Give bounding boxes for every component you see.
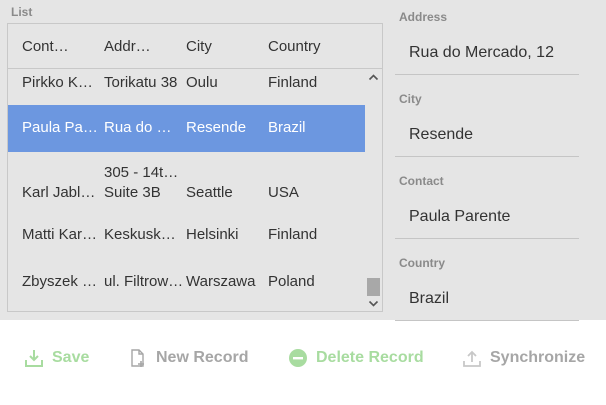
cell-city: Warszawa	[186, 273, 256, 290]
country-field[interactable]: Brazil	[395, 277, 579, 321]
synchronize-icon	[462, 348, 482, 368]
detail-form: Address Rua do Mercado, 12 City Resende …	[395, 0, 579, 321]
delete-record-label: Delete Record	[316, 349, 424, 366]
table-row[interactable]: Matti Kar… Keskusk… Helsinki Finland	[8, 210, 365, 257]
field-label-address: Address	[399, 10, 448, 24]
cell-contact: Zbyszek …	[22, 273, 98, 290]
table-row[interactable]: Zbyszek … ul. Filtrow… Warszawa Poland	[8, 257, 365, 304]
address-field[interactable]: Rua do Mercado, 12	[395, 31, 579, 75]
grid-rows: Pirkko K… Torikatu 38 Oulu Finland Paula…	[8, 69, 365, 311]
cell-address: ul. Filtrow…	[104, 273, 184, 290]
cell-address-line1: 305 - 14t…	[104, 164, 179, 181]
action-toolbar: Save New Record Delete Record Synchroniz…	[0, 330, 606, 386]
field-label-country: Country	[399, 256, 445, 270]
column-header-address[interactable]: Addr…	[104, 38, 151, 55]
records-grid: Cont… Addr… City Country Pirkko K… Torik…	[7, 23, 383, 312]
table-row[interactable]: Karl Jabl… 305 - 14t… Suite 3B Seattle U…	[8, 152, 365, 210]
cell-country: Poland	[268, 273, 315, 290]
field-label-city: City	[399, 92, 422, 106]
column-header-country[interactable]: Country	[268, 38, 321, 55]
cell-city: Helsinki	[186, 226, 239, 243]
save-button[interactable]: Save	[24, 346, 89, 370]
delete-icon	[288, 348, 308, 368]
cell-address: Rua do …	[104, 119, 172, 136]
cell-contact: Matti Kar…	[22, 226, 98, 243]
cell-country: Finland	[268, 226, 318, 243]
new-record-button[interactable]: New Record	[128, 346, 248, 370]
new-record-label: New Record	[156, 349, 249, 366]
save-label: Save	[52, 349, 90, 366]
scroll-thumb[interactable]	[367, 278, 380, 296]
save-icon	[24, 348, 44, 368]
new-record-icon	[128, 348, 148, 368]
main-panel: List Cont… Addr… City Country Pirkko K… …	[0, 0, 606, 321]
synchronize-label: Synchronize	[490, 349, 586, 366]
contact-field[interactable]: Paula Parente	[395, 195, 579, 239]
column-header-city[interactable]: City	[186, 38, 212, 55]
cell-address: Keskusk…	[104, 226, 176, 243]
delete-record-button[interactable]: Delete Record	[288, 346, 424, 370]
cell-address: Torikatu 38	[104, 74, 178, 91]
city-field[interactable]: Resende	[395, 113, 579, 157]
column-header-contact[interactable]: Cont…	[22, 38, 69, 55]
grid-scrollbar[interactable]	[365, 69, 382, 311]
cell-address-line2: Suite 3B	[104, 184, 161, 201]
list-label: List	[11, 5, 33, 19]
field-label-contact: Contact	[399, 174, 444, 188]
cell-city: Resende	[186, 119, 247, 136]
table-row-selected[interactable]: Paula Pa… Rua do … Resende Brazil	[8, 105, 365, 152]
grid-header: Cont… Addr… City Country	[8, 24, 382, 69]
cell-country: Brazil	[268, 119, 306, 136]
cell-contact: Pirkko K…	[22, 74, 93, 91]
cell-contact: Karl Jabl…	[22, 184, 96, 201]
cell-city: Oulu	[186, 74, 218, 91]
cell-country: Finland	[268, 74, 318, 91]
cell-contact: Paula Pa…	[22, 119, 98, 136]
table-row[interactable]: Pirkko K… Torikatu 38 Oulu Finland	[8, 69, 365, 105]
scroll-down-arrow-icon[interactable]	[365, 295, 382, 311]
scroll-up-arrow-icon[interactable]	[365, 69, 382, 86]
cell-city: Seattle	[186, 184, 233, 201]
synchronize-button[interactable]: Synchronize	[462, 346, 585, 370]
cell-country: USA	[268, 184, 299, 201]
